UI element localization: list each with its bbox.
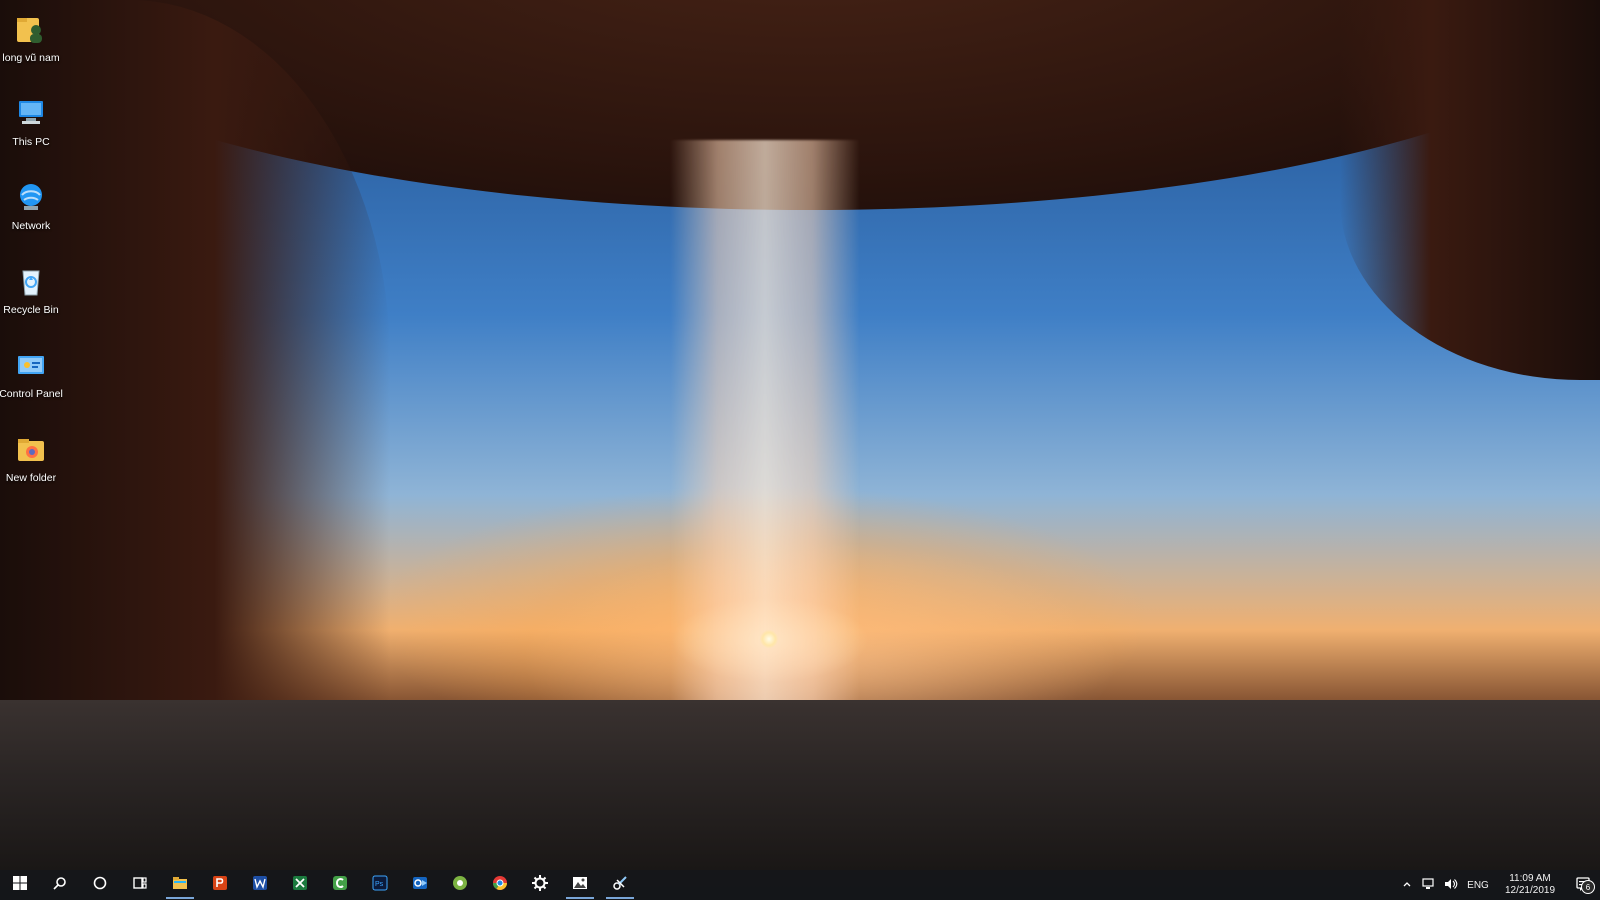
desktop-icon-label: Control Panel xyxy=(0,388,63,400)
taskbar-app-camtasia[interactable] xyxy=(320,870,360,900)
desktop-icon-label: This PC xyxy=(12,136,50,148)
cortana-ring-icon xyxy=(92,875,108,896)
desktop-icon-label: New folder xyxy=(5,472,57,484)
recycle-bin-icon xyxy=(12,262,50,300)
photoshop-icon: Ps xyxy=(371,874,389,897)
chrome-icon xyxy=(491,874,509,897)
user-folder-icon xyxy=(12,10,50,48)
file-explorer-icon xyxy=(171,874,189,897)
wallpaper-sun xyxy=(760,630,778,648)
taskbar-app-excel[interactable] xyxy=(280,870,320,900)
search-button[interactable] xyxy=(40,870,80,900)
desktop-icon-label: Recycle Bin xyxy=(3,304,59,316)
network-tray-icon xyxy=(1422,877,1436,893)
folder-icon xyxy=(12,430,50,468)
taskbar-clock[interactable]: 11:09 AM 12/21/2019 xyxy=(1494,870,1566,900)
desktop-icon-label: long vũ nam xyxy=(2,52,60,64)
start-button[interactable] xyxy=(0,870,40,900)
snipping-tool-icon xyxy=(611,874,629,897)
taskbar-app-file-explorer[interactable] xyxy=(160,870,200,900)
taskbar-app-word[interactable] xyxy=(240,870,280,900)
desktop-icon-user-folder[interactable]: long vũ nam xyxy=(0,0,62,80)
taskbar: Ps ENG 11:09 AM 12/21/2019 6 xyxy=(0,870,1600,900)
cortana-button[interactable] xyxy=(80,870,120,900)
control-panel-icon xyxy=(12,346,50,384)
desktop-icon-control-panel[interactable]: Control Panel xyxy=(0,336,63,416)
speaker-icon xyxy=(1444,878,1458,893)
show-hidden-icons-button[interactable] xyxy=(1396,870,1418,900)
greenshot-icon xyxy=(451,874,469,897)
powerpoint-icon xyxy=(211,874,229,897)
taskbar-app-powerpoint[interactable] xyxy=(200,870,240,900)
network-tray-button[interactable] xyxy=(1418,870,1440,900)
network-icon xyxy=(12,178,50,216)
clock-time: 11:09 AM xyxy=(1509,873,1551,884)
notification-count-badge: 6 xyxy=(1581,880,1595,894)
taskbar-app-outlook[interactable] xyxy=(400,870,440,900)
taskbar-app-snipping[interactable] xyxy=(600,870,640,900)
volume-tray-button[interactable] xyxy=(1440,870,1462,900)
desktop-icon-this-pc[interactable]: This PC xyxy=(0,84,62,164)
wallpaper-ground xyxy=(0,700,1600,870)
task-view-button[interactable] xyxy=(120,870,160,900)
taskbar-app-photos[interactable] xyxy=(560,870,600,900)
windows-logo-icon xyxy=(12,875,28,896)
taskbar-app-greenshot[interactable] xyxy=(440,870,480,900)
taskbar-app-photoshop[interactable]: Ps xyxy=(360,870,400,900)
desktop-icon-network[interactable]: Network xyxy=(0,168,62,248)
taskbar-app-chrome[interactable] xyxy=(480,870,520,900)
word-icon xyxy=(251,874,269,897)
this-pc-icon xyxy=(12,94,50,132)
svg-text:Ps: Ps xyxy=(375,881,384,888)
language-indicator[interactable]: ENG xyxy=(1462,870,1494,900)
camtasia-icon xyxy=(331,874,349,897)
outlook-icon xyxy=(411,874,429,897)
action-center-button[interactable]: 6 xyxy=(1566,870,1600,900)
task-view-icon xyxy=(132,875,148,896)
taskbar-app-settings[interactable] xyxy=(520,870,560,900)
photos-icon xyxy=(571,874,589,897)
desktop-icon-recycle-bin[interactable]: Recycle Bin xyxy=(0,252,62,332)
excel-icon xyxy=(291,874,309,897)
system-tray: ENG 11:09 AM 12/21/2019 6 xyxy=(1396,870,1600,900)
desktop-icon-new-folder[interactable]: New folder xyxy=(0,420,62,500)
search-icon xyxy=(52,875,68,896)
chevron-up-icon xyxy=(1402,879,1412,892)
clock-date: 12/21/2019 xyxy=(1504,885,1556,896)
desktop-icon-label: Network xyxy=(11,220,51,232)
gear-icon xyxy=(531,874,549,897)
